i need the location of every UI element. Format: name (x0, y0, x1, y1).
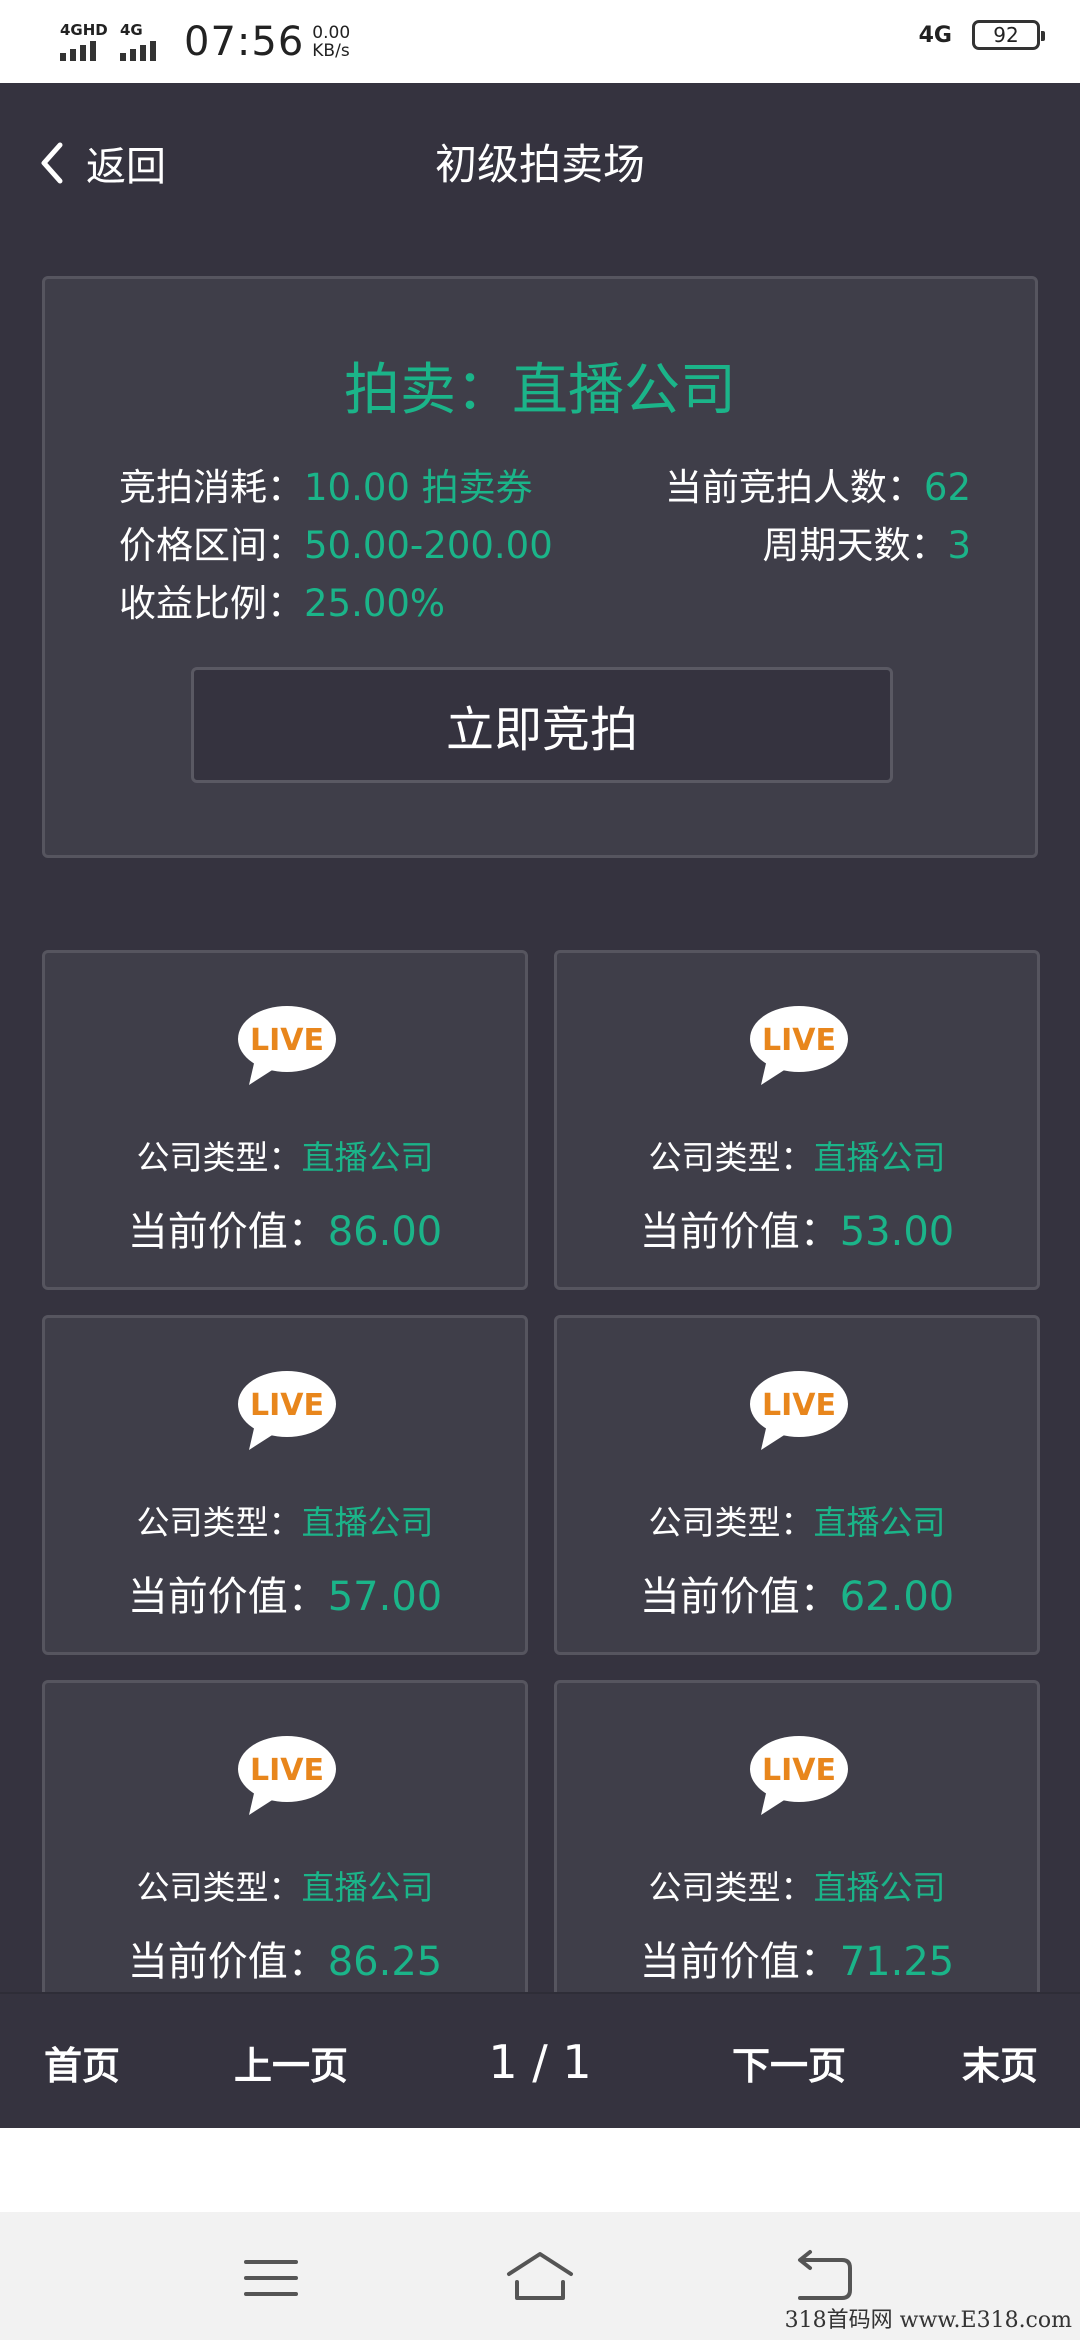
company-value-amount: 71.25 (839, 1939, 955, 1985)
live-icon: LIVE (750, 1006, 848, 1085)
company-card-2[interactable]: LIVE 公司类型：直播公司 当前价值：53.00 (554, 950, 1040, 1290)
profit-ratio-label: 收益比例： (119, 582, 304, 625)
company-value: 当前价值：62.00 (557, 1564, 1037, 1622)
last-page-button[interactable]: 末页 (962, 1994, 1038, 2130)
battery-level: 92 (993, 23, 1019, 47)
company-card-5[interactable]: LIVE 公司类型：直播公司 当前价值：86.25 (42, 1680, 528, 2020)
company-value-amount: 57.00 (327, 1574, 443, 1620)
company-type: 公司类型：直播公司 (557, 1496, 1037, 1544)
sim1-network-type: 4GHD (60, 21, 108, 39)
company-type-value: 直播公司 (301, 1868, 434, 1907)
company-type-value: 直播公司 (813, 1868, 946, 1907)
price-range-label: 价格区间： (119, 524, 304, 567)
bidder-count-value: 62 (923, 466, 971, 509)
network-speed-unit: KB/s (312, 41, 350, 61)
battery-icon: 92 (972, 20, 1045, 50)
page-indicator: 1 / 1 (488, 2035, 592, 2089)
company-value-amount: 86.00 (327, 1209, 443, 1255)
company-value-label: 当前价值： (127, 1939, 328, 1985)
company-value-label: 当前价值： (127, 1574, 328, 1620)
company-value: 当前价值：57.00 (45, 1564, 525, 1622)
company-type-label: 公司类型： (136, 1868, 302, 1907)
blank-area (0, 2128, 1080, 2212)
svg-text:LIVE: LIVE (762, 1753, 836, 1788)
back-nav-icon[interactable] (790, 2248, 860, 2308)
company-value: 当前价值：86.00 (45, 1199, 525, 1257)
company-type-value: 直播公司 (813, 1503, 946, 1542)
company-type-value: 直播公司 (813, 1138, 946, 1177)
company-value: 当前价值：71.25 (557, 1929, 1037, 1987)
network-speed: 0.00 KB/s (312, 24, 350, 60)
sim2-network-type: 4G (120, 21, 143, 39)
status-right: 4G 92 (918, 20, 1045, 50)
company-type-label: 公司类型： (136, 1503, 302, 1542)
company-type: 公司类型：直播公司 (557, 1131, 1037, 1179)
network-speed-value: 0.00 (312, 23, 351, 43)
company-type-label: 公司类型： (648, 1868, 814, 1907)
company-value: 当前价值：53.00 (557, 1199, 1037, 1257)
bidder-count: 当前竞拍人数：62 (665, 457, 971, 511)
company-value-label: 当前价值： (127, 1209, 328, 1255)
pagination-bar: 首页 上一页 1 / 1 下一页 末页 (0, 1992, 1080, 2128)
live-icon: LIVE (750, 1371, 848, 1450)
period-days: 周期天数：3 (762, 515, 971, 569)
company-value-label: 当前价值： (639, 1209, 840, 1255)
home-icon[interactable] (505, 2248, 575, 2308)
company-value: 当前价值：86.25 (45, 1929, 525, 1987)
live-icon: LIVE (750, 1736, 848, 1815)
bid-cost-value: 10.00 拍卖券 (304, 466, 533, 509)
company-type: 公司类型：直播公司 (45, 1131, 525, 1179)
company-type-label: 公司类型： (648, 1503, 814, 1542)
company-card-4[interactable]: LIVE 公司类型：直播公司 当前价值：62.00 (554, 1315, 1040, 1655)
company-value-amount: 53.00 (839, 1209, 955, 1255)
company-type-label: 公司类型： (136, 1138, 302, 1177)
price-range-value: 50.00-200.00 (304, 524, 553, 567)
company-value-amount: 62.00 (839, 1574, 955, 1620)
bid-cost: 竞拍消耗：10.00 拍卖券 (119, 457, 533, 511)
svg-text:LIVE: LIVE (250, 1753, 324, 1788)
svg-text:LIVE: LIVE (250, 1023, 324, 1058)
company-type-label: 公司类型： (648, 1138, 814, 1177)
period-days-label: 周期天数： (762, 524, 948, 567)
status-left: 4GHD 4G 07:56 0.00 KB/s (58, 14, 350, 70)
bidder-count-label: 当前竞拍人数： (664, 466, 924, 509)
bid-now-button[interactable]: 立即竞拍 (191, 667, 893, 783)
bid-cost-label: 竞拍消耗： (119, 466, 304, 509)
live-icon: LIVE (238, 1006, 336, 1085)
company-card-1[interactable]: LIVE 公司类型：直播公司 当前价值：86.00 (42, 950, 528, 1290)
profit-ratio: 收益比例：25.00% (119, 573, 445, 627)
company-value-label: 当前价值： (639, 1574, 840, 1620)
company-type-value: 直播公司 (301, 1503, 434, 1542)
company-type: 公司类型：直播公司 (45, 1496, 525, 1544)
period-days-value: 3 (947, 524, 971, 567)
svg-text:LIVE: LIVE (762, 1388, 836, 1423)
company-type: 公司类型：直播公司 (557, 1861, 1037, 1909)
network-type-right: 4G (918, 22, 952, 48)
system-nav-bar: 318首码网 www.E318.com (0, 2212, 1080, 2340)
menu-icon[interactable] (236, 2248, 306, 2308)
profit-ratio-value: 25.00% (304, 582, 446, 625)
company-type: 公司类型：直播公司 (45, 1861, 525, 1909)
page-title: 初级拍卖场 (434, 140, 645, 189)
svg-text:LIVE: LIVE (250, 1388, 324, 1423)
company-card-6[interactable]: LIVE 公司类型：直播公司 当前价值：71.25 (554, 1680, 1040, 2020)
company-type-value: 直播公司 (301, 1138, 434, 1177)
live-icon: LIVE (238, 1371, 336, 1450)
status-bar: 4GHD 4G 07:56 0.00 KB/s 4G 92 (0, 0, 1080, 83)
watermark: 318首码网 www.E318.com (784, 2308, 1072, 2333)
auction-info-card: 拍卖：直播公司 竞拍消耗：10.00 拍卖券 当前竞拍人数：62 价格区间：50… (42, 276, 1038, 858)
next-page-button[interactable]: 下一页 (732, 1994, 846, 2130)
company-value-amount: 86.25 (327, 1939, 443, 1985)
auction-title: 拍卖：直播公司 (344, 358, 736, 423)
signal-icon-sim1: 4GHD (58, 17, 110, 67)
company-value-label: 当前价值： (639, 1939, 840, 1985)
status-time: 07:56 (184, 19, 305, 65)
header: 返回 初级拍卖场 (0, 83, 1080, 233)
price-range: 价格区间：50.00-200.00 (119, 515, 553, 569)
company-card-3[interactable]: LIVE 公司类型：直播公司 当前价值：57.00 (42, 1315, 528, 1655)
live-icon: LIVE (238, 1736, 336, 1815)
svg-text:LIVE: LIVE (762, 1023, 836, 1058)
signal-icon-sim2: 4G (118, 17, 170, 67)
